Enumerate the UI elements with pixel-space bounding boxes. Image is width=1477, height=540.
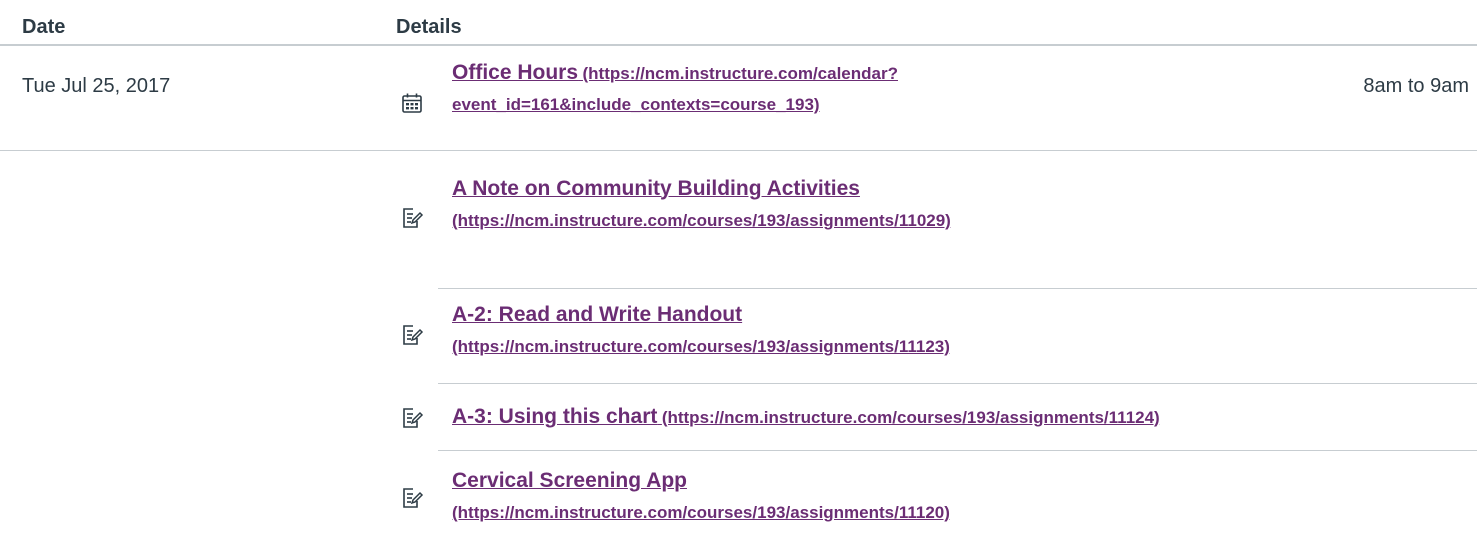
assignment-url: (https://ncm.instructure.com/courses/193…	[452, 211, 951, 230]
event-url-line1: (https://ncm.instructure.com/calendar?	[582, 64, 898, 83]
assignment-title: A Note on Community Building Activities	[452, 177, 860, 200]
assignment-title: A-3: Using this chart	[452, 405, 658, 428]
row-divider	[0, 150, 1477, 151]
assignment-title: A-2: Read and Write Handout	[452, 303, 743, 326]
syllabus-schedule-table: Date Details Tue Jul 25, 2017 Office Hou…	[0, 0, 1477, 540]
assignment-icon	[400, 206, 424, 230]
assignment-url: (https://ncm.instructure.com/courses/193…	[452, 503, 950, 522]
column-header-details: Details	[396, 16, 462, 38]
assignment-link-read-write[interactable]: A-2: Read and Write Handout (https://ncm…	[452, 300, 950, 363]
column-header-date: Date	[22, 16, 66, 38]
assignment-link-cervical-screening[interactable]: Cervical Screening App (https://ncm.inst…	[452, 466, 950, 529]
assignment-url: (https://ncm.instructure.com/courses/193…	[452, 337, 950, 356]
assignment-icon	[400, 323, 424, 347]
assignment-icon	[400, 486, 424, 510]
item-divider	[438, 450, 1477, 451]
event-time: 8am to 9am	[1363, 75, 1469, 97]
office-hours-link[interactable]: Office Hours (https://ncm.instructure.co…	[452, 58, 898, 121]
row-date: Tue Jul 25, 2017	[22, 75, 171, 97]
event-title: Office Hours	[452, 61, 579, 84]
item-divider	[438, 288, 1477, 289]
event-url-line2: event_id=161&include_contexts=course_193…	[452, 95, 820, 114]
table-header: Date Details	[0, 0, 1477, 46]
assignment-icon	[400, 406, 424, 430]
assignment-link-community-building[interactable]: A Note on Community Building Activities …	[452, 174, 951, 237]
assignment-url: (https://ncm.instructure.com/courses/193…	[661, 408, 1160, 427]
item-divider	[438, 383, 1477, 384]
calendar-icon	[400, 91, 424, 115]
assignment-title: Cervical Screening App	[452, 469, 687, 492]
assignment-link-using-chart[interactable]: A-3: Using this chart (https://ncm.instr…	[452, 402, 1160, 434]
